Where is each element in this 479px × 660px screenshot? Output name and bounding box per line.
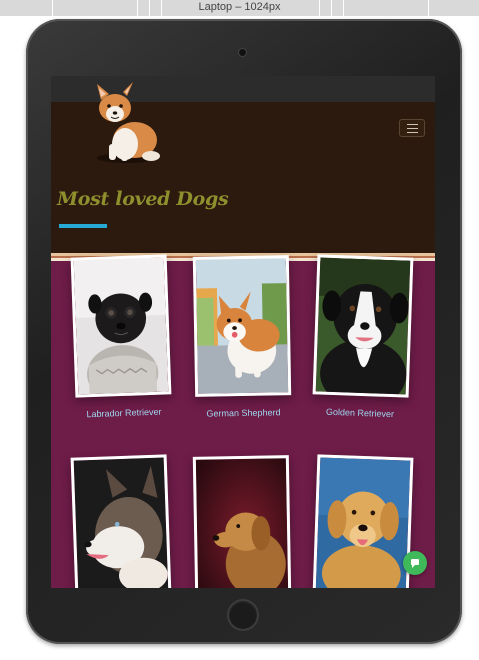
dog-photo[interactable] xyxy=(312,454,414,588)
title-underline xyxy=(59,224,107,228)
dog-photo[interactable] xyxy=(70,454,172,588)
dog-card[interactable]: German Shepherd xyxy=(192,255,292,419)
chat-icon xyxy=(411,559,419,568)
dog-photo[interactable] xyxy=(70,254,172,398)
main-content: Most loved Dogs Labrador Retriever Germa… xyxy=(51,76,435,588)
section-title: Most loved Dogs xyxy=(57,188,229,210)
dog-photo[interactable] xyxy=(192,455,292,588)
dog-card[interactable] xyxy=(192,455,292,588)
screen: Most loved Dogs Labrador Retriever Germa… xyxy=(51,76,435,588)
dog-card[interactable] xyxy=(70,454,172,588)
dog-card[interactable]: Golden Retriever xyxy=(312,254,414,419)
camera-icon xyxy=(239,49,246,56)
chat-button[interactable] xyxy=(403,551,427,575)
dog-photo[interactable] xyxy=(192,255,292,397)
dog-photo[interactable] xyxy=(312,254,414,398)
home-button[interactable] xyxy=(229,601,257,629)
viewport-label: Laptop – 1024px xyxy=(194,1,285,13)
viewport-ruler: Laptop – 1024px xyxy=(0,0,479,16)
dog-card[interactable] xyxy=(312,454,414,588)
dog-card[interactable]: Labrador Retriever xyxy=(70,254,172,419)
